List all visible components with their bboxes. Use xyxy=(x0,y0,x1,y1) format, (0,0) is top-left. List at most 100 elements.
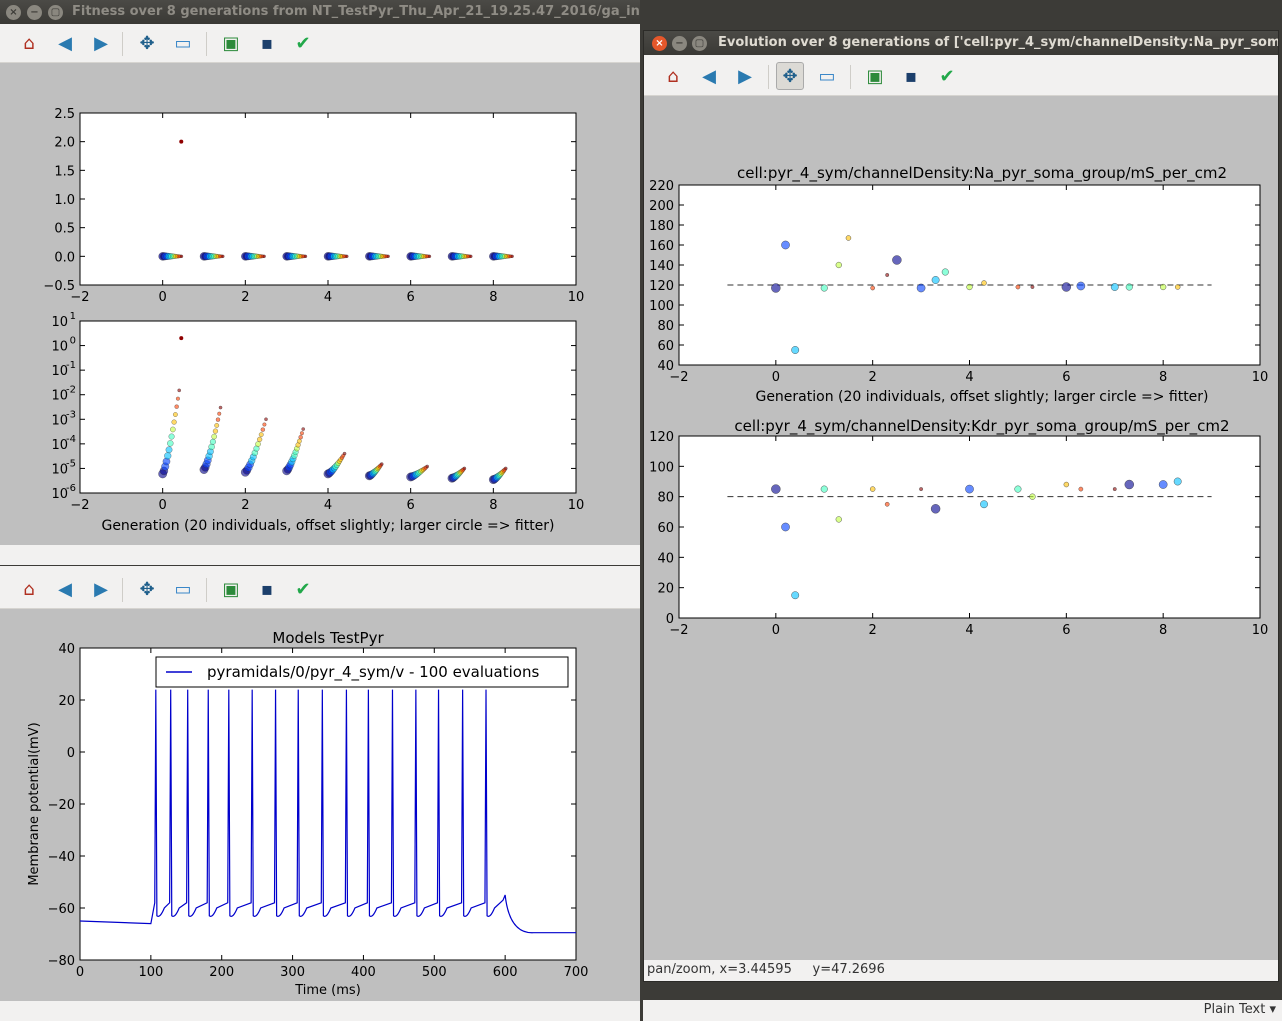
toolbar-separator xyxy=(206,32,207,56)
evolution-point xyxy=(1063,481,1070,488)
back-icon[interactable]: ◀ xyxy=(52,30,78,56)
back-icon[interactable]: ◀ xyxy=(696,63,722,89)
x-tick-label: 600 xyxy=(493,965,518,980)
y-tick-label: 1.0 xyxy=(54,193,75,208)
save-icon[interactable]: ▪ xyxy=(254,576,280,602)
pan-icon[interactable]: ✥ xyxy=(134,576,160,602)
x-tick-label: 4 xyxy=(324,290,332,305)
home-icon[interactable]: ⌂ xyxy=(16,576,42,602)
evolution-point xyxy=(885,273,890,277)
x-tick-label: 10 xyxy=(568,498,585,513)
save-icon[interactable]: ▪ xyxy=(898,63,924,89)
subplots-icon[interactable]: ▣ xyxy=(862,63,888,89)
y-tick-label: 140 xyxy=(649,259,674,274)
x-tick-label: 500 xyxy=(422,965,447,980)
fitness-log-point xyxy=(262,422,267,427)
y-tick-label: 100 xyxy=(649,299,674,314)
maximize-icon[interactable]: ▢ xyxy=(692,36,707,51)
y-tick-label: 160 xyxy=(649,239,674,254)
fitness-log-point xyxy=(167,440,174,447)
fitness-log-point xyxy=(209,438,216,445)
evolution-point xyxy=(835,261,842,269)
close-icon[interactable]: × xyxy=(6,5,21,20)
fitness-charts: 2.52.01.51.00.50.0−0.5 −2 0 2 4 6 8 10 10 110 01… xyxy=(43,107,585,534)
y-tick-label: 20 xyxy=(58,694,75,709)
home-icon[interactable]: ⌂ xyxy=(660,63,686,89)
evolution-point xyxy=(1061,282,1072,292)
evolution-point xyxy=(845,235,852,241)
fitness-log-point xyxy=(301,427,305,431)
evolution-point xyxy=(820,284,828,292)
edit-icon[interactable]: ✔ xyxy=(290,30,316,56)
fitness-log-axes xyxy=(79,320,577,494)
zoom-icon[interactable]: ▭ xyxy=(814,63,840,89)
y-tick-exponent: -3 xyxy=(66,409,76,420)
y-tick-label: −80 xyxy=(48,954,75,969)
fitness-window-titlebar[interactable]: × − ▢ Fitness over 8 generations from NT… xyxy=(0,0,640,24)
subplots-icon[interactable]: ▣ xyxy=(218,30,244,56)
zoom-icon[interactable]: ▭ xyxy=(170,30,196,56)
forward-icon[interactable]: ▶ xyxy=(88,30,114,56)
fitness-point xyxy=(469,254,473,258)
fitness-log-point xyxy=(168,433,175,440)
evolution-point xyxy=(884,501,890,507)
na-xlabel: Generation (20 individuals, offset sligh… xyxy=(755,389,1208,405)
kdr-axes xyxy=(678,435,1261,619)
x-tick-label: 400 xyxy=(351,965,376,980)
models-xlabel: Time (ms) xyxy=(294,983,361,998)
y-tick-label: 60 xyxy=(657,521,674,536)
evolution-point xyxy=(1124,479,1134,490)
x-tick-label: 8 xyxy=(489,498,497,513)
x-tick-label: 2 xyxy=(241,290,249,305)
fitness-log-point xyxy=(173,412,178,417)
models-toolbar: ⌂ ◀ ▶ ✥ ▭ ▣ ▪ ✔ xyxy=(0,570,640,609)
pan-icon[interactable]: ✥ xyxy=(776,62,804,90)
save-icon[interactable]: ▪ xyxy=(254,30,280,56)
evolution-point xyxy=(781,522,790,532)
back-icon[interactable]: ◀ xyxy=(52,576,78,602)
fitness-canvas[interactable]: 2.5 2.0 1.5 1.0 0.5 0.0 −0.5 −2 0 2 4 6 8 10 10 1 10 0 1… xyxy=(0,63,640,545)
zoom-icon[interactable]: ▭ xyxy=(170,576,196,602)
pan-icon[interactable]: ✥ xyxy=(134,30,160,56)
fitness-point xyxy=(345,254,349,258)
evolution-point xyxy=(870,285,875,291)
forward-icon[interactable]: ▶ xyxy=(88,576,114,602)
evolution-canvas[interactable]: cell:pyr_4_sym/channelDensity:Na_pyr_som… xyxy=(644,96,1278,960)
evolution-point xyxy=(916,283,926,293)
forward-icon[interactable]: ▶ xyxy=(732,63,758,89)
y-tick-label: 180 xyxy=(649,219,674,234)
edit-icon[interactable]: ✔ xyxy=(934,63,960,89)
x-tick-label: 4 xyxy=(965,370,973,385)
toolbar-separator xyxy=(122,32,123,56)
subplots-icon[interactable]: ▣ xyxy=(218,576,244,602)
fitness-log-point xyxy=(218,405,223,410)
edit-icon[interactable]: ✔ xyxy=(290,576,316,602)
x-tick-label: 2 xyxy=(869,623,877,638)
fitness-log-point xyxy=(214,423,220,428)
fitness-point xyxy=(510,254,514,258)
y-tick-label: 40 xyxy=(58,642,75,657)
y-tick-exponent: -4 xyxy=(66,434,76,445)
y-tick-label: 200 xyxy=(649,199,674,214)
x-tick-label: −2 xyxy=(669,370,688,385)
evolution-charts: cell:pyr_4_sym/channelDensity:Na_pyr_som… xyxy=(649,164,1268,638)
fitness-log-point xyxy=(503,466,508,471)
na-chart-title: cell:pyr_4_sym/channelDensity:Na_pyr_som… xyxy=(737,164,1227,183)
minimize-icon[interactable]: − xyxy=(672,36,687,51)
fitness-point xyxy=(303,254,308,258)
evolution-window-titlebar[interactable]: × − ▢ Evolution over 8 generations of ['… xyxy=(644,31,1278,55)
x-tick-label: 0 xyxy=(76,965,84,980)
legend-label: pyramidals/0/pyr_4_sym/v - 100 evaluatio… xyxy=(207,663,539,682)
fitness-point xyxy=(262,254,266,258)
minimize-icon[interactable]: − xyxy=(27,5,42,20)
fitness-log-point xyxy=(298,435,303,440)
syntax-mode-selector[interactable]: Plain Text ▾ xyxy=(1204,1002,1276,1017)
close-icon[interactable]: × xyxy=(652,36,667,51)
evolution-point xyxy=(892,255,902,265)
fitness-window: × − ▢ Fitness over 8 generations from NT… xyxy=(0,0,640,565)
evolution-point xyxy=(1030,285,1035,289)
home-icon[interactable]: ⌂ xyxy=(16,30,42,56)
maximize-icon[interactable]: ▢ xyxy=(48,5,63,20)
evolution-point xyxy=(1078,486,1084,492)
models-canvas[interactable]: Models TestPyr 40 20 0 −20 −40 −60 −80 0 100 200… xyxy=(0,609,640,1001)
